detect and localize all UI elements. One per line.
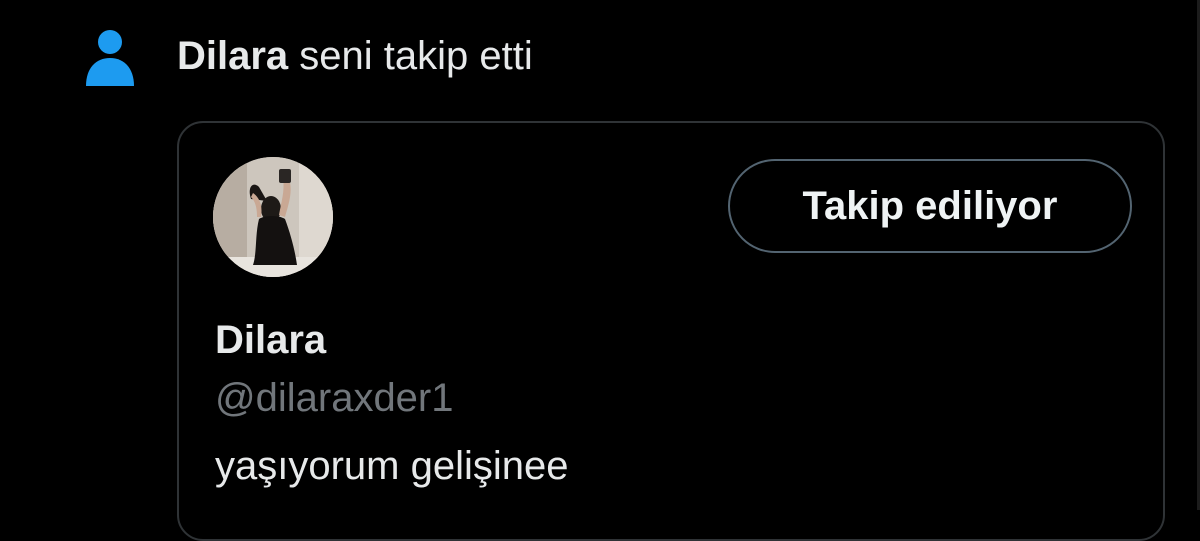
notification-action-text: seni takip etti — [288, 34, 533, 78]
avatar-image — [213, 157, 333, 277]
person-icon — [86, 30, 134, 86]
notification-header — [84, 28, 136, 88]
display-name[interactable]: Dilara — [215, 315, 326, 365]
notification-actor-name[interactable]: Dilara — [177, 34, 288, 78]
notification-text: Dilara seni takip etti — [177, 30, 533, 82]
user-card[interactable]: Takip ediliyor Dilara @dilaraxder1 yaşıy… — [177, 121, 1165, 541]
avatar[interactable] — [213, 157, 333, 277]
user-handle[interactable]: @dilaraxder1 — [215, 373, 454, 423]
user-bio: yaşıyorum gelişinee — [215, 444, 569, 488]
following-button[interactable]: Takip ediliyor — [728, 159, 1132, 253]
